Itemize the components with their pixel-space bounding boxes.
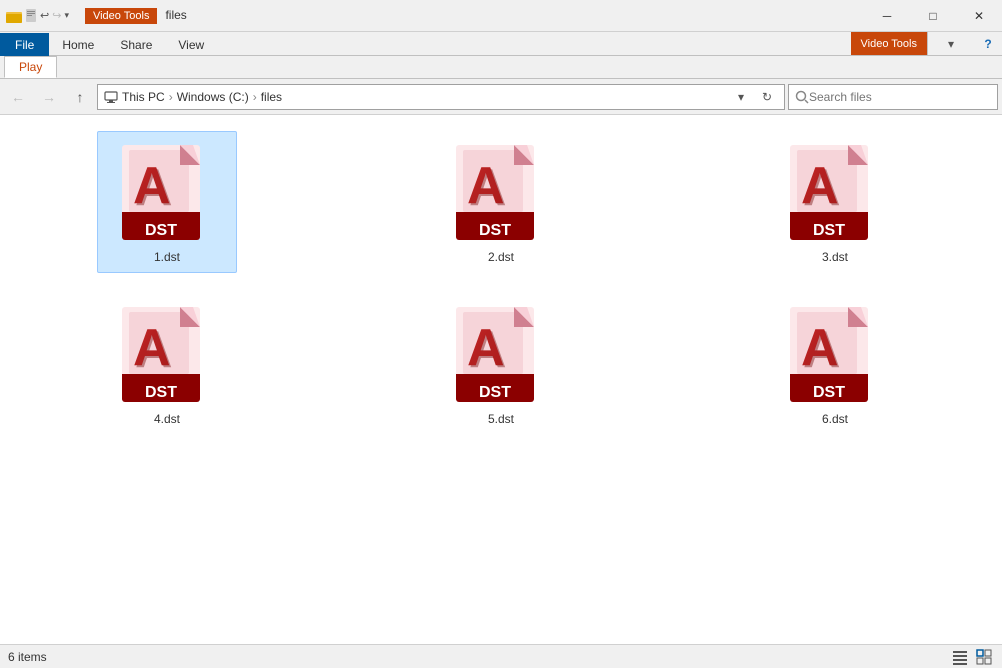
pc-icon [104,90,118,104]
dst-file-icon-2: A A A DST [451,140,551,250]
file-name-1: 1.dst [154,250,180,264]
ribbon-tabs: File Home Share View Video Tools ▾ ? [0,32,1002,56]
customize-btn[interactable]: ▾ [64,10,69,21]
status-bar-right [950,647,994,667]
quick-access-icon [25,9,37,23]
dst-file-icon-5: A A A DST [451,302,551,412]
svg-text:A: A [133,319,171,377]
file-item-1[interactable]: A A A DST [97,131,237,273]
search-input[interactable] [809,90,991,104]
forward-button[interactable]: → [35,83,63,111]
breadcrumb-sep2: › [253,90,257,104]
file-item-6[interactable]: A A A DST 6.dst [765,293,905,435]
search-icon [795,90,809,104]
tab-home[interactable]: Home [49,33,107,56]
breadcrumb-thispc[interactable]: This PC [122,90,165,104]
file-name-4: 4.dst [154,412,180,426]
svg-text:DST: DST [145,384,177,401]
svg-text:A: A [133,157,171,215]
svg-text:DST: DST [813,384,845,401]
minimize-button[interactable]: ─ [864,0,910,32]
svg-text:DST: DST [145,222,177,239]
svg-text:DST: DST [479,222,511,239]
ribbon-subtabs: Play [0,56,1002,78]
address-bar[interactable]: This PC › Windows (C:) › files ▾ ↻ [97,84,785,110]
folder-title: files [165,8,186,24]
file-name-5: 5.dst [488,412,514,426]
file-item-4[interactable]: A A A DST 4.dst [97,293,237,435]
large-icons-view-btn[interactable] [974,647,994,667]
play-tab[interactable]: Play [4,56,57,78]
nav-bar: ← → ↑ This PC › Windows (C:) › files ▾ ↻ [0,79,1002,115]
file-name-6: 6.dst [822,412,848,426]
dst-file-icon-4: A A A DST [117,302,217,412]
address-refresh-btn[interactable]: ↻ [756,85,778,109]
ribbon: File Home Share View Video Tools ▾ ? Pla… [0,32,1002,79]
breadcrumb-sep1: › [169,90,173,104]
undo-btn[interactable]: ↩ [40,9,49,22]
svg-text:DST: DST [479,384,511,401]
items-count: 6 items [8,650,47,664]
svg-text:A: A [467,319,505,377]
title-bar-icons: ↩ ↪ ▾ [6,9,69,23]
search-box[interactable] [788,84,998,110]
tab-file[interactable]: File [0,33,49,56]
file-item-5[interactable]: A A A DST 5.dst [431,293,571,435]
help-btn[interactable]: ? [974,32,1002,56]
video-tools-label: Video Tools [85,8,157,24]
ribbon-expand-btn[interactable]: ▾ [928,32,974,56]
file-name-2: 2.dst [488,250,514,264]
svg-text:DST: DST [813,222,845,239]
tab-view[interactable]: View [165,33,217,56]
back-button[interactable]: ← [4,83,32,111]
status-bar: 6 items [0,644,1002,668]
main-area: A A A DST [0,115,1002,644]
details-view-btn[interactable] [950,647,970,667]
title-bar-left: ↩ ↪ ▾ Video Tools files [6,8,187,24]
up-button[interactable]: ↑ [66,83,94,111]
breadcrumb-files: files [261,90,282,104]
address-dropdown-btn[interactable]: ▾ [730,85,752,109]
file-name-3: 3.dst [822,250,848,264]
title-bar: ↩ ↪ ▾ Video Tools files ─ □ ✕ [0,0,1002,32]
svg-text:A: A [801,157,839,215]
folder-icon [6,9,22,23]
file-item-3[interactable]: A A A DST 3.dst [765,131,905,273]
maximize-button[interactable]: □ [910,0,956,32]
video-tools-tab: Video Tools [851,32,927,55]
window-controls: ─ □ ✕ [864,0,1002,32]
svg-text:A: A [801,319,839,377]
dst-file-icon-3: A A A DST [785,140,885,250]
redo-btn[interactable]: ↪ [52,9,61,22]
file-item-2[interactable]: A A A DST 2.dst [431,131,571,273]
breadcrumb-windows[interactable]: Windows (C:) [177,90,249,104]
close-button[interactable]: ✕ [956,0,1002,32]
tab-share[interactable]: Share [107,33,165,56]
title-context: Video Tools files [85,8,187,24]
file-content: A A A DST [0,115,1002,644]
dst-file-icon-6: A A A DST [785,302,885,412]
dst-file-icon-1: A A A DST [117,140,217,250]
file-grid: A A A DST [20,131,982,435]
svg-text:A: A [467,157,505,215]
